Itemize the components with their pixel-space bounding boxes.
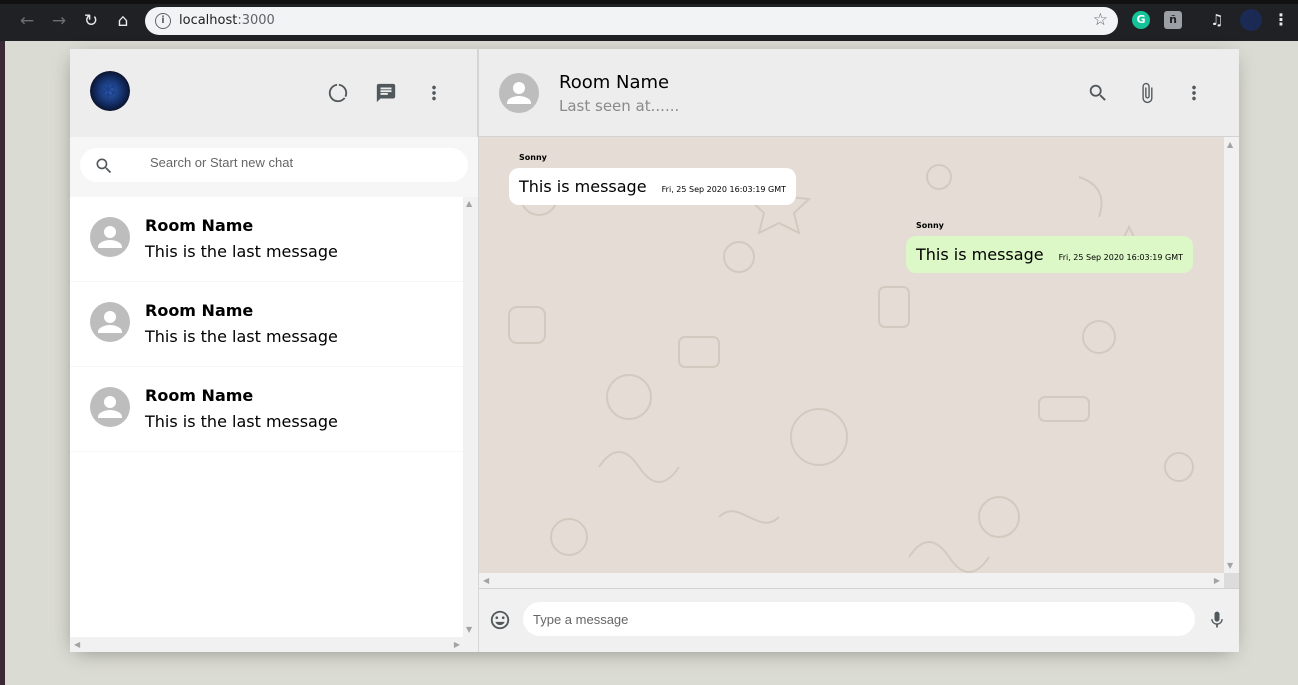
- search-icon[interactable]: [1084, 79, 1112, 107]
- chat-last-message: This is the last message: [145, 412, 338, 431]
- chat-app: ❄ Room Name: [70, 49, 1239, 652]
- message-text: This is message: [916, 245, 1044, 264]
- bookmark-star-icon[interactable]: ☆: [1093, 10, 1108, 30]
- url-host: localhost: [179, 13, 238, 28]
- reload-icon[interactable]: ↻: [80, 10, 102, 32]
- scroll-down-arrow-icon[interactable]: ▼: [466, 626, 472, 634]
- microphone-icon[interactable]: [1207, 609, 1227, 635]
- scroll-left-arrow-icon[interactable]: ◀: [74, 641, 80, 649]
- chat-last-message: This is the last message: [145, 242, 338, 261]
- message-text: This is message: [519, 177, 647, 196]
- chat-footer: [479, 588, 1239, 652]
- emoji-icon[interactable]: [489, 609, 511, 635]
- scrollbar-corner: [1224, 573, 1239, 588]
- forward-arrow-icon[interactable]: →: [48, 10, 70, 32]
- scroll-up-arrow-icon[interactable]: ▲: [466, 200, 472, 208]
- home-icon[interactable]: ⌂: [112, 10, 134, 32]
- scroll-left-arrow-icon[interactable]: ◀: [483, 577, 489, 585]
- chat-list-vertical-scrollbar[interactable]: ▲ ▼: [463, 197, 478, 652]
- profile-avatar-icon[interactable]: [1240, 9, 1262, 31]
- chat-room-name: Room Name: [145, 386, 254, 405]
- attach-file-icon[interactable]: [1133, 79, 1161, 107]
- message-sent: Sonny This is message Fri, 25 Sep 2020 1…: [906, 221, 1193, 273]
- sidebar-search: [70, 137, 478, 197]
- avatar: [90, 387, 130, 427]
- room-title: Room Name: [559, 72, 670, 93]
- message-input[interactable]: [523, 602, 1195, 636]
- scroll-right-arrow-icon[interactable]: ▶: [1214, 577, 1220, 585]
- search-container: [80, 148, 468, 182]
- extension-icon[interactable]: ñ: [1164, 11, 1182, 29]
- message-sender: Sonny: [519, 153, 547, 162]
- avatar[interactable]: [499, 73, 539, 113]
- chat-room-name: Room Name: [145, 216, 254, 235]
- user-avatar[interactable]: ❄: [90, 71, 130, 111]
- chat-horizontal-scrollbar[interactable]: ◀ ▶: [479, 573, 1224, 588]
- chat-list-horizontal-scrollbar[interactable]: ◀ ▶: [70, 637, 464, 652]
- chat-list: Room Name This is the last message Room …: [70, 197, 478, 652]
- search-input[interactable]: [150, 155, 450, 170]
- chat-header: Room Name Last seen at......: [479, 49, 1239, 137]
- chat-list-item[interactable]: Room Name This is the last message: [70, 282, 478, 367]
- avatar: [90, 302, 130, 342]
- maple-leaf-icon: ❄: [98, 76, 119, 104]
- chat-panel: Room Name Last seen at...... Sonny This …: [479, 49, 1239, 652]
- scroll-up-arrow-icon[interactable]: ▲: [1227, 141, 1233, 149]
- address-bar[interactable]: i localhost:3000 ☆: [145, 7, 1118, 35]
- avatar: [90, 217, 130, 257]
- search-icon: [94, 156, 114, 180]
- chat-last-message: This is the last message: [145, 327, 338, 346]
- media-control-icon[interactable]: ♫: [1208, 11, 1226, 29]
- sidebar-header: ❄: [70, 49, 478, 137]
- site-info-icon[interactable]: i: [155, 13, 171, 29]
- chat-body: Sonny This is message Fri, 25 Sep 2020 1…: [479, 137, 1239, 588]
- chat-list-item[interactable]: Room Name This is the last message: [70, 197, 478, 282]
- browser-menu-icon[interactable]: ⋮: [1272, 11, 1290, 29]
- more-vert-icon[interactable]: [1180, 79, 1208, 107]
- scroll-right-arrow-icon[interactable]: ▶: [454, 641, 460, 649]
- browser-toolbar: ← → ↻ ⌂ i localhost:3000 ☆ G ñ ♫ ⋮: [0, 0, 1298, 41]
- chat-list-item[interactable]: Room Name This is the last message: [70, 367, 478, 452]
- grammarly-extension-icon[interactable]: G: [1132, 11, 1150, 29]
- window-edge: [0, 41, 5, 685]
- message-timestamp: Fri, 25 Sep 2020 16:03:19 GMT: [1058, 253, 1183, 262]
- message-received: Sonny This is message Fri, 25 Sep 2020 1…: [509, 153, 796, 205]
- url-port: :3000: [237, 13, 275, 28]
- url-text[interactable]: localhost:3000: [179, 13, 275, 28]
- chat-room-name: Room Name: [145, 301, 254, 320]
- chat-vertical-scrollbar[interactable]: ▲ ▼: [1224, 137, 1239, 573]
- message-timestamp: Fri, 25 Sep 2020 16:03:19 GMT: [661, 185, 786, 194]
- more-vert-icon[interactable]: [420, 79, 448, 107]
- sidebar: ❄ Room Name: [70, 49, 479, 652]
- scroll-down-arrow-icon[interactable]: ▼: [1227, 562, 1233, 570]
- last-seen-text: Last seen at......: [559, 97, 680, 115]
- back-arrow-icon[interactable]: ←: [16, 10, 38, 32]
- message-sender: Sonny: [916, 221, 944, 230]
- tab-strip: [0, 0, 1298, 4]
- new-chat-icon[interactable]: [372, 79, 400, 107]
- status-icon[interactable]: [324, 79, 352, 107]
